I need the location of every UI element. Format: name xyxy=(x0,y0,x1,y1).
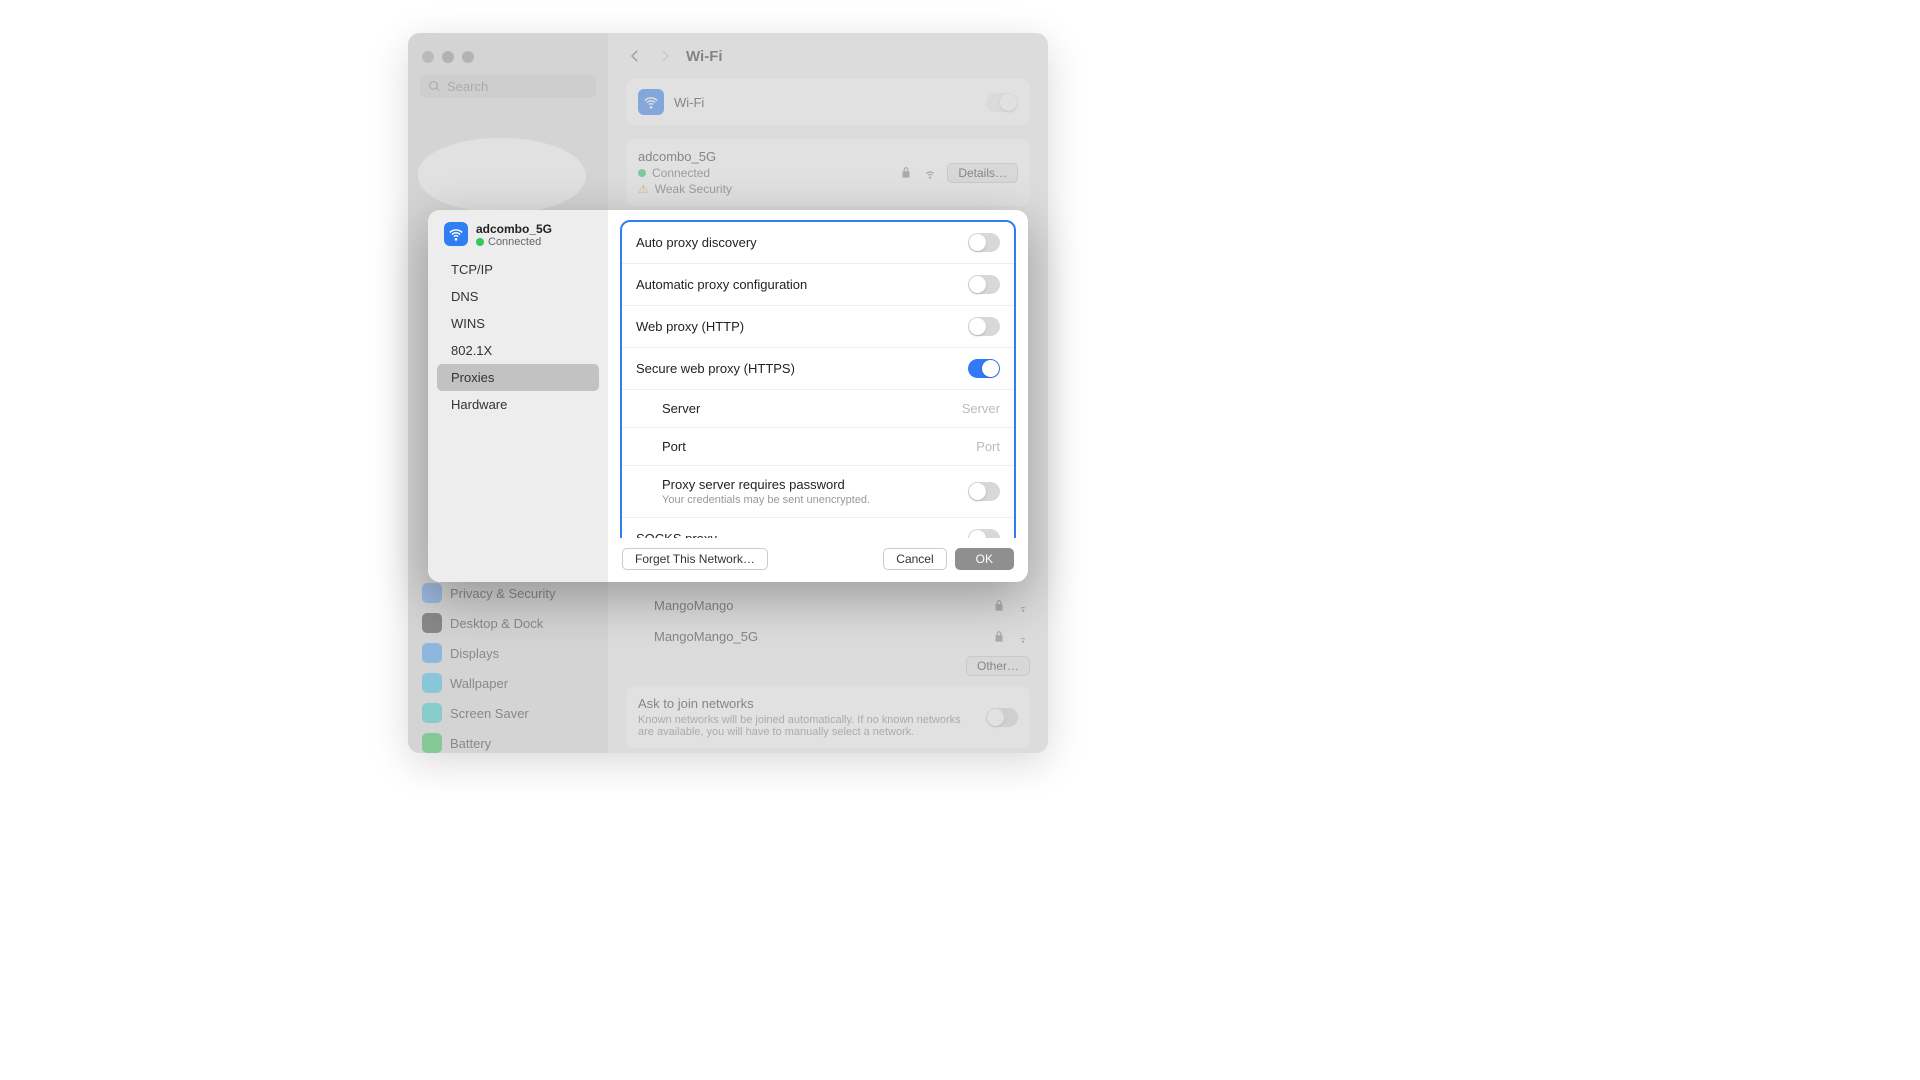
wifi-signal-icon xyxy=(1016,599,1030,613)
server-input[interactable] xyxy=(900,401,1000,416)
tab-tcpip[interactable]: TCP/IP xyxy=(437,256,599,283)
web-proxy-toggle[interactable] xyxy=(968,317,1000,336)
sheet-main: Auto proxy discovery Automatic proxy con… xyxy=(608,210,1028,582)
lock-icon xyxy=(899,166,913,180)
close-window-icon[interactable] xyxy=(422,51,434,63)
tab-8021x[interactable]: 802.1X xyxy=(437,337,599,364)
network-name: adcombo_5G xyxy=(638,149,732,164)
page-title: Wi-Fi xyxy=(686,48,723,65)
sidebar-item-wallpaper[interactable]: Wallpaper xyxy=(414,668,602,698)
profile-avatar-mask xyxy=(418,138,586,213)
other-networks-button[interactable]: Other… xyxy=(966,656,1030,676)
search-placeholder: Search xyxy=(447,79,488,94)
sidebar-item-desktop-dock[interactable]: Desktop & Dock xyxy=(414,608,602,638)
nav-forward-icon[interactable] xyxy=(656,47,674,65)
sidebar-item-privacy[interactable]: Privacy & Security xyxy=(414,578,602,608)
search-icon xyxy=(428,80,441,93)
auto-proxy-config-toggle[interactable] xyxy=(968,275,1000,294)
wifi-label: Wi-Fi xyxy=(674,95,704,110)
socks-proxy-toggle[interactable] xyxy=(968,529,1000,538)
main-header: Wi-Fi xyxy=(608,33,1048,79)
lock-icon xyxy=(992,630,1006,644)
tab-dns[interactable]: DNS xyxy=(437,283,599,310)
sheet-network-name: adcombo_5G xyxy=(476,222,552,236)
proxy-password-toggle[interactable] xyxy=(968,482,1000,501)
auto-proxy-discovery-row: Auto proxy discovery xyxy=(622,222,1014,264)
ask-join-title: Ask to join networks xyxy=(638,696,976,711)
status-dot-icon xyxy=(476,238,484,246)
secure-web-proxy-row: Secure web proxy (HTTPS) xyxy=(622,348,1014,390)
tab-hardware[interactable]: Hardware xyxy=(437,391,599,418)
minimize-window-icon[interactable] xyxy=(442,51,454,63)
tab-wins[interactable]: WINS xyxy=(437,310,599,337)
warning-icon: ⚠ xyxy=(638,182,649,196)
server-row: Server xyxy=(622,390,1014,428)
forget-network-button[interactable]: Forget This Network… xyxy=(622,548,768,570)
proxy-password-row: Proxy server requires password Your cred… xyxy=(622,466,1014,518)
current-network-card: adcombo_5G Connected ⚠Weak Security Deta… xyxy=(626,139,1030,206)
network-details-sheet: adcombo_5G Connected TCP/IP DNS WINS 802… xyxy=(428,210,1028,582)
socks-proxy-row: SOCKS proxy xyxy=(622,518,1014,538)
port-row: Port xyxy=(622,428,1014,466)
wifi-toggle[interactable] xyxy=(986,93,1018,112)
details-button[interactable]: Details… xyxy=(947,163,1018,183)
network-row[interactable]: MangoMango_5G xyxy=(626,621,1030,652)
sheet-footer: Forget This Network… Cancel OK xyxy=(608,538,1028,582)
nav-back-icon[interactable] xyxy=(626,47,644,65)
ok-button[interactable]: OK xyxy=(955,548,1014,570)
web-proxy-row: Web proxy (HTTP) xyxy=(622,306,1014,348)
ask-join-card: Ask to join networks Known networks will… xyxy=(626,686,1030,748)
wifi-signal-icon xyxy=(1016,630,1030,644)
sheet-network-header: adcombo_5G Connected xyxy=(434,220,602,256)
sidebar-item-battery[interactable]: Battery xyxy=(414,728,602,753)
status-dot-icon xyxy=(638,169,646,177)
zoom-window-icon[interactable] xyxy=(462,51,474,63)
proxy-settings-group: Auto proxy discovery Automatic proxy con… xyxy=(620,220,1016,538)
ask-join-desc: Known networks will be joined automatica… xyxy=(638,714,976,738)
ask-join-toggle[interactable] xyxy=(986,708,1018,727)
traffic-lights xyxy=(408,45,608,75)
search-input[interactable]: Search xyxy=(420,75,596,98)
wifi-signal-icon xyxy=(923,166,937,180)
network-row[interactable]: MangoMango xyxy=(626,590,1030,621)
wifi-icon xyxy=(638,89,664,115)
sidebar-item-screen-saver[interactable]: Screen Saver xyxy=(414,698,602,728)
cancel-button[interactable]: Cancel xyxy=(883,548,946,570)
auto-proxy-config-row: Automatic proxy configuration xyxy=(622,264,1014,306)
auto-proxy-discovery-toggle[interactable] xyxy=(968,233,1000,252)
sheet-sidebar: adcombo_5G Connected TCP/IP DNS WINS 802… xyxy=(428,210,608,582)
lock-icon xyxy=(992,599,1006,613)
sidebar-item-displays[interactable]: Displays xyxy=(414,638,602,668)
port-input[interactable] xyxy=(900,439,1000,454)
wifi-icon xyxy=(444,222,468,246)
wifi-toggle-card: Wi-Fi xyxy=(626,79,1030,125)
secure-web-proxy-toggle[interactable] xyxy=(968,359,1000,378)
tab-proxies[interactable]: Proxies xyxy=(437,364,599,391)
